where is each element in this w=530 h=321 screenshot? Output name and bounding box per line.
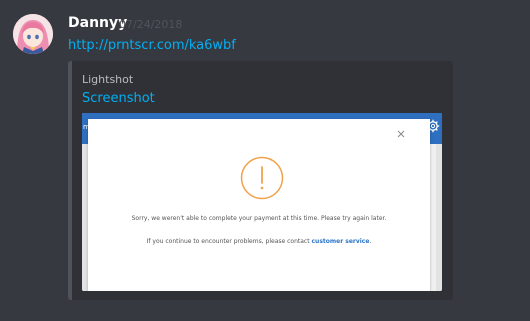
- dialog-help-text: If you continue to encounter problems, p…: [88, 238, 430, 245]
- customer-service-link[interactable]: customer service: [311, 238, 369, 245]
- background-page-right: [436, 144, 442, 291]
- dialog-error-message: Sorry, we weren't able to complete your …: [131, 215, 387, 222]
- dialog-help-suffix: .: [369, 238, 372, 245]
- avatar-image: [13, 14, 53, 54]
- exclamation-circle-icon: [240, 156, 284, 200]
- payment-error-dialog: Sorry, we weren't able to complete your …: [88, 119, 430, 291]
- embed-screenshot-image[interactable]: m Sorry, we weren't able to complete you…: [82, 113, 442, 291]
- dialog-help-prefix: If you continue to encounter problems, p…: [146, 238, 310, 245]
- embed-title[interactable]: Screenshot: [82, 91, 155, 106]
- message-link[interactable]: http://prntscr.com/ka6wbf: [68, 38, 236, 53]
- link-embed: Lightshot Screenshot m Sorry, we weren't…: [68, 61, 453, 300]
- embed-provider: Lightshot: [82, 73, 134, 86]
- avatar[interactable]: [13, 14, 53, 54]
- close-icon[interactable]: [397, 130, 405, 138]
- message-timestamp: 07/24/2018: [119, 18, 183, 31]
